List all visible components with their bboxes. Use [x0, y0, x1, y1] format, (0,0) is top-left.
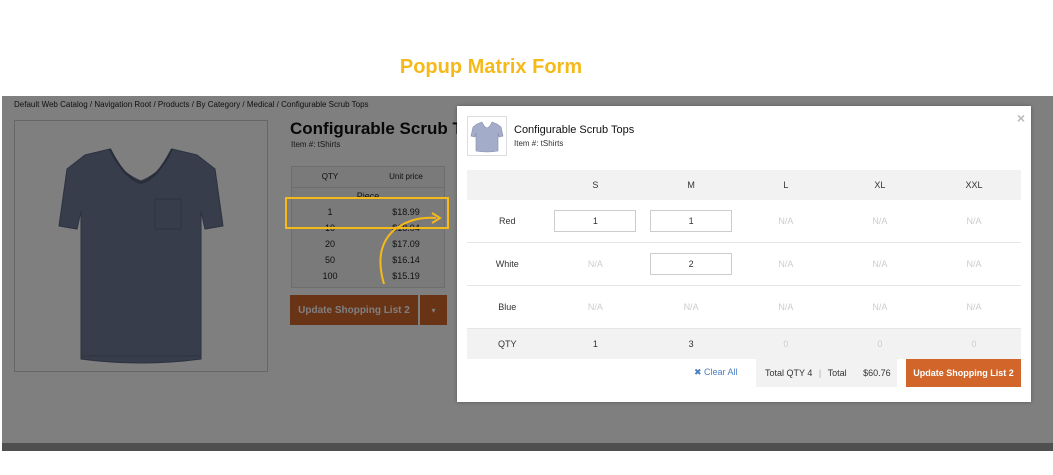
quantity-input[interactable]	[650, 253, 733, 275]
color-label: Red	[467, 200, 548, 243]
scrub-shirt-thumbnail-icon	[470, 121, 504, 153]
popup-update-shopping-list-button[interactable]: Update Shopping List 2	[906, 359, 1021, 387]
matrix-popup: × Configurable Scrub Tops Item #: tShirt…	[457, 106, 1031, 402]
matrix-corner-cell	[467, 170, 548, 200]
clear-all-link[interactable]: ✖ Clear All	[694, 367, 738, 378]
unavailable-cell: N/A	[832, 242, 927, 286]
unavailable-cell: N/A	[643, 285, 739, 329]
matrix-qty-row: QTY 1 3 0 0 0	[467, 328, 1021, 359]
unavailable-cell: N/A	[547, 285, 644, 329]
unavailable-cell: N/A	[547, 242, 644, 286]
matrix-row-blue: Blue N/A N/A N/A N/A N/A	[467, 285, 1021, 329]
qty-total: 1	[547, 328, 644, 359]
unavailable-cell: N/A	[926, 242, 1021, 286]
qty-total: 0	[926, 328, 1021, 359]
size-header: XXL	[926, 170, 1021, 200]
size-header: L	[738, 170, 833, 200]
page-footer-band	[2, 443, 1053, 451]
close-icon[interactable]: ×	[1017, 110, 1025, 126]
popup-item-number: Item #: tShirts	[514, 139, 564, 148]
quantity-input[interactable]	[650, 210, 733, 232]
matrix-cell	[643, 200, 739, 243]
unavailable-cell: N/A	[832, 200, 927, 243]
total-qty: Total QTY 4	[765, 368, 813, 378]
total-value: $60.76	[863, 368, 891, 378]
unavailable-cell: N/A	[832, 285, 927, 329]
size-header: M	[643, 170, 739, 200]
size-color-matrix: S M L XL XXL Red N/A N/A N/A White N/A N…	[467, 170, 1021, 359]
unavailable-cell: N/A	[926, 200, 1021, 243]
matrix-header-row: S M L XL XXL	[467, 170, 1021, 200]
matrix-cell	[643, 242, 739, 286]
unavailable-cell: N/A	[738, 242, 833, 286]
qty-total: 0	[832, 328, 927, 359]
page-heading: Popup Matrix Form	[399, 56, 583, 78]
total-label: Total	[827, 368, 847, 378]
color-label: Blue	[467, 285, 548, 329]
matrix-row-white: White N/A N/A N/A N/A	[467, 242, 1021, 286]
unavailable-cell: N/A	[926, 285, 1021, 329]
matrix-cell	[547, 200, 644, 243]
qty-total: 0	[738, 328, 833, 359]
totals-separator: |	[818, 368, 822, 378]
quantity-input[interactable]	[554, 210, 637, 232]
qty-total: 3	[643, 328, 739, 359]
color-label: White	[467, 242, 548, 286]
totals-summary: Total QTY 4 | Total $60.76	[756, 359, 897, 387]
matrix-row-red: Red N/A N/A N/A	[467, 200, 1021, 243]
size-header: XL	[832, 170, 927, 200]
curved-arrow-icon	[379, 212, 442, 285]
size-header: S	[547, 170, 644, 200]
product-thumbnail	[467, 116, 507, 156]
qty-label: QTY	[467, 328, 548, 359]
popup-product-title: Configurable Scrub Tops	[514, 124, 635, 136]
unavailable-cell: N/A	[738, 285, 833, 329]
unavailable-cell: N/A	[738, 200, 833, 243]
